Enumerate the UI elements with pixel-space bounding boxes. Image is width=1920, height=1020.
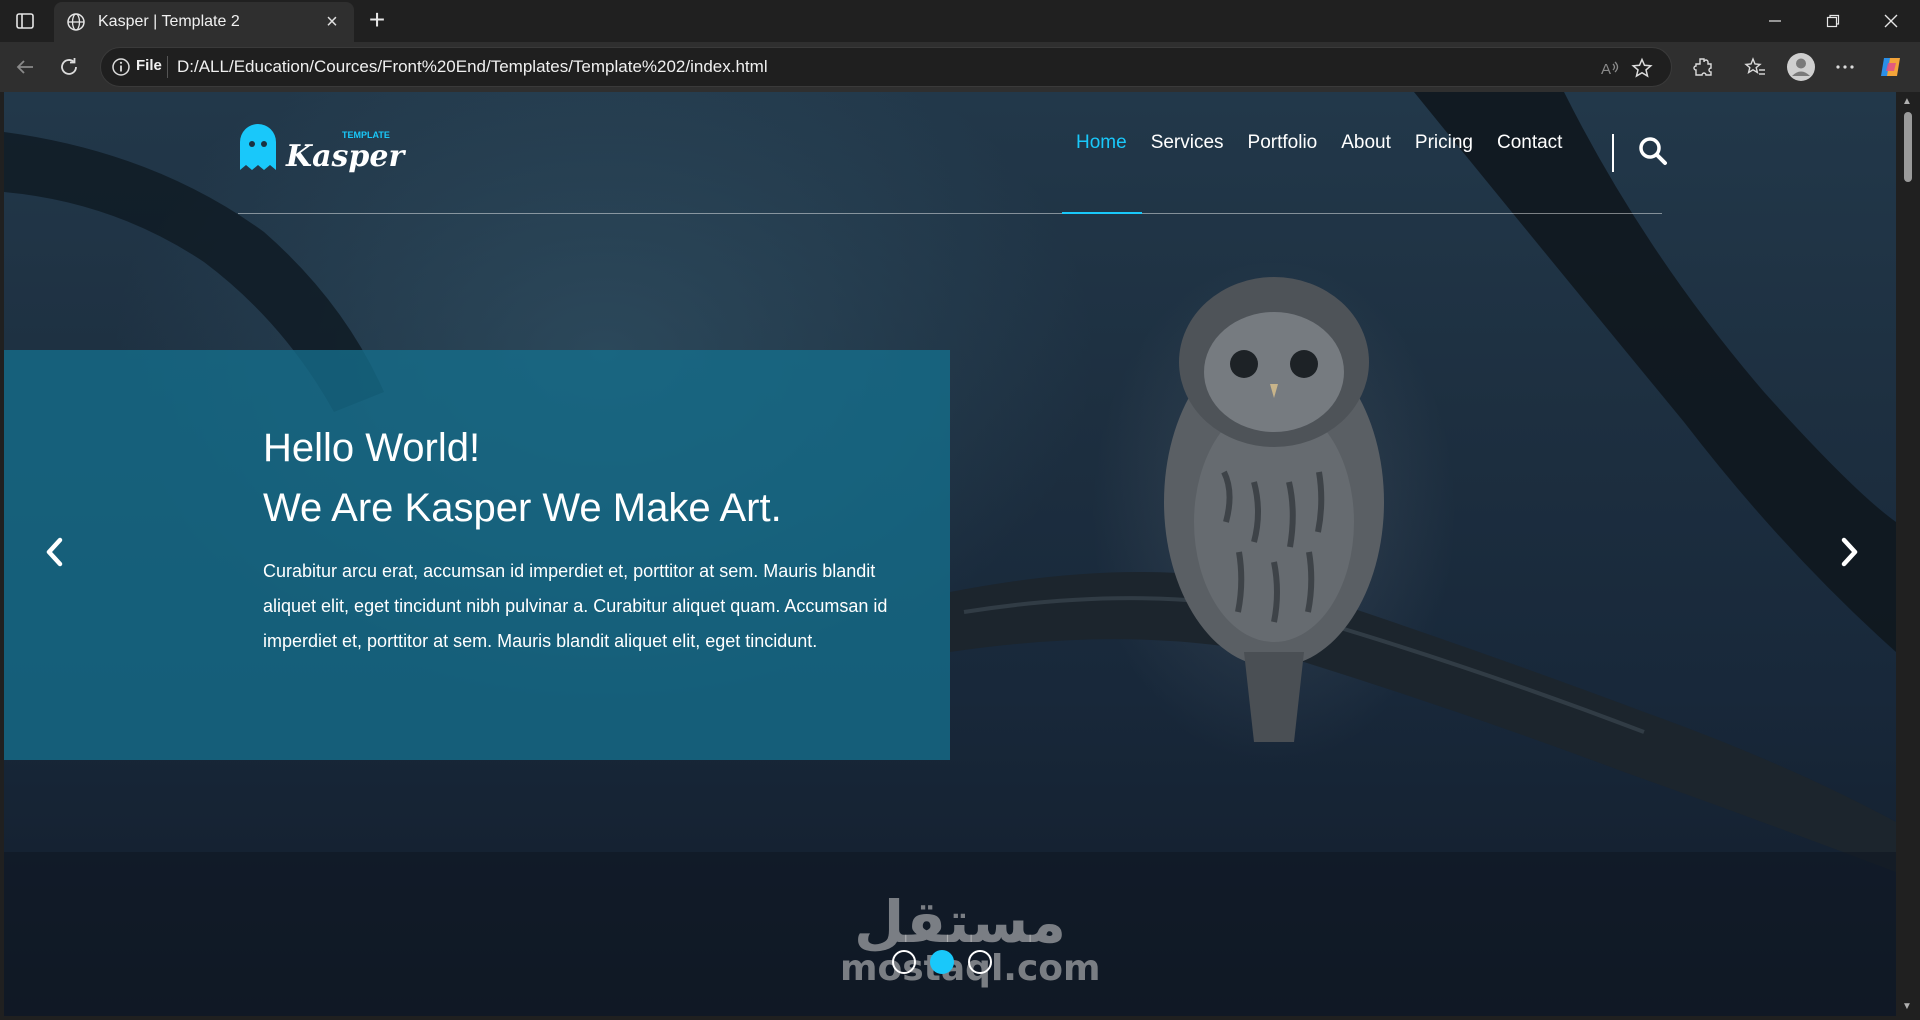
more-menu-icon[interactable] xyxy=(1832,54,1858,80)
nav-link-services[interactable]: Services xyxy=(1139,132,1236,154)
hero-title-line2: We Are Kasper We Make Art. xyxy=(263,486,782,530)
nav-active-indicator xyxy=(1062,212,1142,214)
address-url[interactable]: D:/ALL/Education/Cources/Front%20End/Tem… xyxy=(177,57,768,77)
nav-link-portfolio[interactable]: Portfolio xyxy=(1236,132,1330,154)
browser-toolbar: File D:/ALL/Education/Cources/Front%20En… xyxy=(0,42,1920,92)
slider-bullets xyxy=(892,950,992,974)
tab-close-icon[interactable]: × xyxy=(322,11,342,34)
browser-tab[interactable]: Kasper | Template 2 × xyxy=(54,2,354,42)
slider-bullet[interactable] xyxy=(968,950,992,974)
scroll-up-arrow-icon[interactable]: ▲ xyxy=(1902,96,1912,107)
chevron-right-icon[interactable] xyxy=(1834,532,1864,572)
ghost-icon xyxy=(240,124,276,170)
favorite-star-icon[interactable] xyxy=(1629,55,1655,81)
svg-text:A: A xyxy=(1601,61,1611,78)
back-icon[interactable] xyxy=(12,54,38,80)
hero-paragraph: Curabitur arcu erat, accumsan id imperdi… xyxy=(263,561,888,651)
hero-title-line1: Hello World! xyxy=(263,426,481,470)
favorites-icon[interactable] xyxy=(1742,54,1768,80)
main-nav: Home Services Portfolio About Pricing Contact xyxy=(1064,132,1574,154)
chevron-left-icon[interactable] xyxy=(40,532,70,572)
address-scheme-label: File xyxy=(136,57,162,74)
reload-icon[interactable] xyxy=(56,54,82,80)
kasper-logo[interactable]: TEMPLATE Kasper xyxy=(238,122,408,178)
address-bar[interactable]: File D:/ALL/Education/Cources/Front%20En… xyxy=(100,47,1672,87)
info-icon[interactable] xyxy=(111,57,131,77)
scroll-thumb[interactable] xyxy=(1904,112,1912,182)
slider-bullet[interactable] xyxy=(930,950,954,974)
nav-link-contact[interactable]: Contact xyxy=(1485,132,1574,154)
hero-title: Hello World! We Are Kasper We Make Art. xyxy=(263,418,903,538)
read-aloud-icon[interactable]: A xyxy=(1597,55,1623,81)
slider-bullet[interactable] xyxy=(892,950,916,974)
hero-box: Hello World! We Are Kasper We Make Art. … xyxy=(4,350,950,760)
restore-button[interactable] xyxy=(1804,0,1862,42)
browser-titlebar: Kasper | Template 2 × + xyxy=(0,0,1920,42)
nav-divider xyxy=(1612,134,1614,172)
close-window-button[interactable] xyxy=(1862,0,1920,42)
logo-wordmark: Kasper xyxy=(285,139,406,174)
scroll-down-arrow-icon[interactable]: ▼ xyxy=(1902,1001,1912,1012)
sidebar-toggle-icon[interactable] xyxy=(14,10,36,32)
header-separator-line xyxy=(238,213,1662,214)
nav-link-home[interactable]: Home xyxy=(1064,132,1139,154)
address-divider xyxy=(167,56,168,78)
nav-link-about[interactable]: About xyxy=(1329,132,1403,154)
page-scrollbar[interactable]: ▲ ▼ xyxy=(1896,92,1920,1016)
nav-link-pricing[interactable]: Pricing xyxy=(1403,132,1485,154)
extensions-icon[interactable] xyxy=(1690,54,1716,80)
new-tab-button[interactable]: + xyxy=(362,6,392,36)
watermark-arabic: مستقل xyxy=(853,888,1067,956)
globe-icon xyxy=(66,12,86,32)
web-page: TEMPLATE Kasper Home Services Portfolio Abo… xyxy=(4,92,1896,1016)
copilot-icon[interactable] xyxy=(1878,54,1904,80)
profile-avatar-icon[interactable] xyxy=(1786,52,1816,82)
search-icon[interactable] xyxy=(1638,136,1668,166)
tab-title: Kasper | Template 2 xyxy=(98,13,240,30)
minimize-button[interactable] xyxy=(1746,0,1804,42)
